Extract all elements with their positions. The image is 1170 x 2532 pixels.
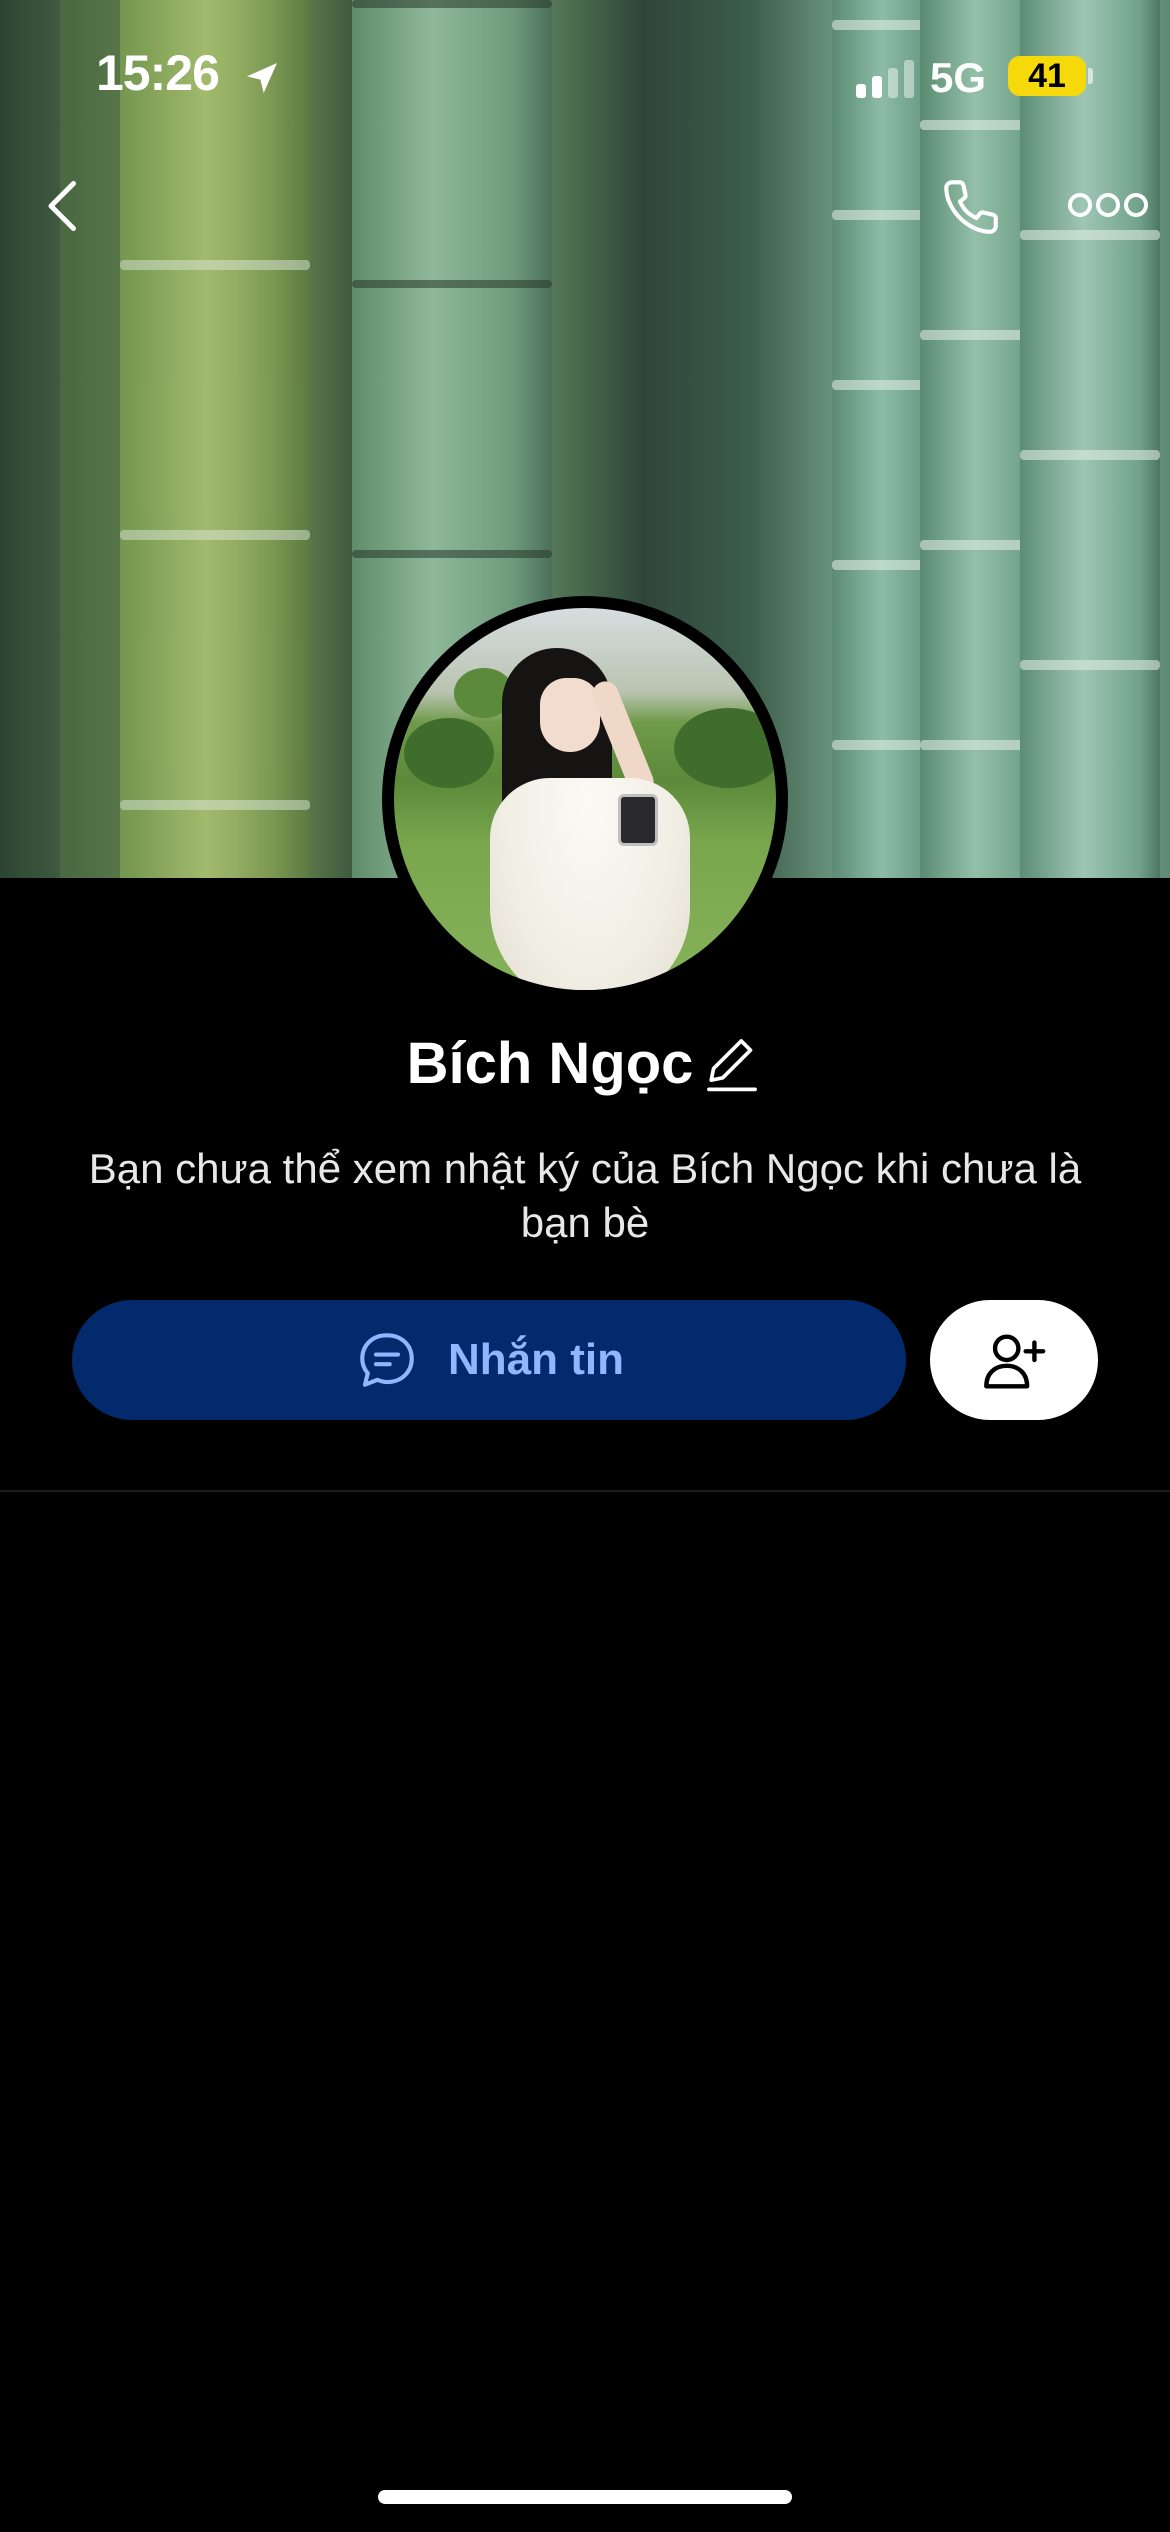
phone-icon[interactable] [938,174,1004,240]
message-button[interactable]: Nhắn tin [72,1300,906,1420]
battery-cap [1088,68,1093,84]
network-type: 5G [930,54,987,101]
avatar[interactable] [382,596,788,1002]
profile-screen: 15:26 5G 41 Bích Ngọc Bạn chưa thể xem n… [0,0,1170,2532]
avatar-photo [394,608,776,990]
privacy-notice: Bạn chưa thể xem nhật ký của Bích Ngọc k… [88,1145,1082,1246]
profile-name: Bích Ngọc [406,1031,694,1096]
chat-bubble-icon [360,1333,414,1387]
message-button-label: Nhắn tin [448,1335,624,1384]
location-arrow-icon [247,63,277,93]
add-friend-button[interactable] [930,1300,1098,1420]
edit-pencil-icon[interactable] [704,1034,760,1094]
home-indicator[interactable] [378,2490,792,2504]
section-divider [0,1490,1170,1492]
ellipsis-icon[interactable] [1068,190,1148,220]
status-time: 15:26 [96,45,220,101]
battery-indicator: 41 [1008,56,1086,96]
chevron-left-icon[interactable] [36,176,96,236]
add-user-icon [984,1334,1046,1389]
signal-strength-icon [856,60,914,98]
